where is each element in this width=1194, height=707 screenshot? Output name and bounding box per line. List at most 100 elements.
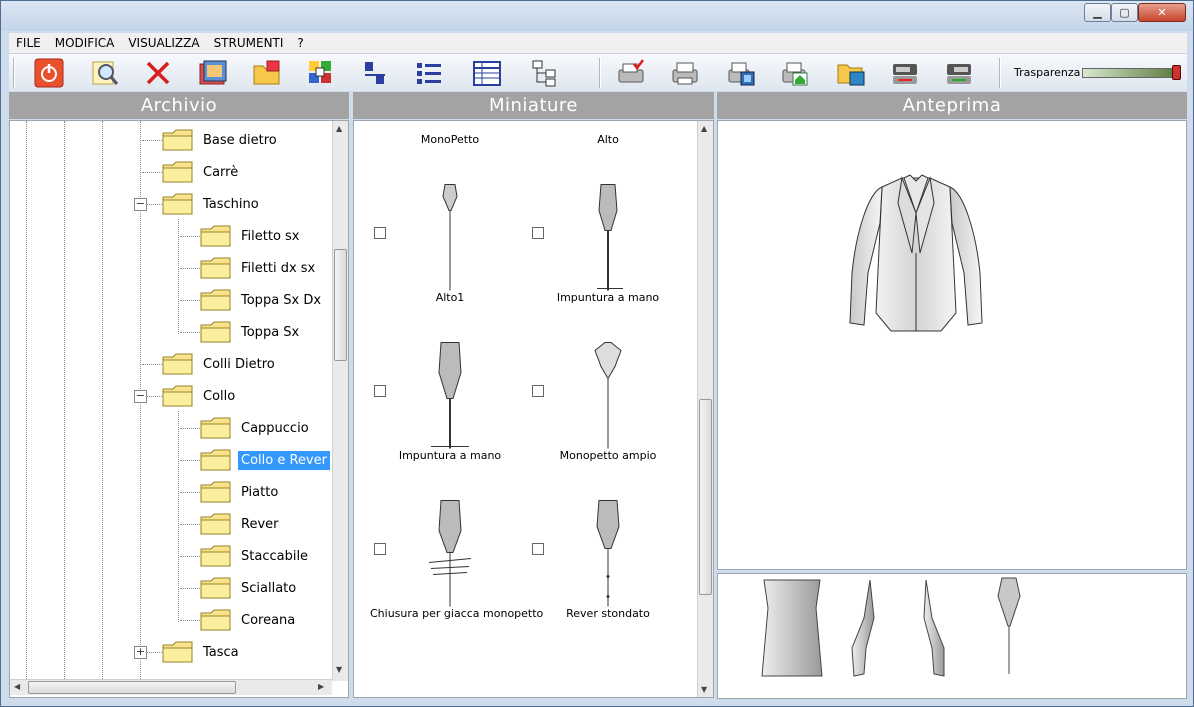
tree-item[interactable]: Cappuccio	[200, 413, 312, 443]
tree-hscrollbar[interactable]: ◀ ▶	[10, 679, 332, 695]
folder-icon	[200, 544, 232, 568]
tree-item[interactable]: Toppa Sx Dx	[200, 285, 324, 315]
scroll-down-icon[interactable]: ▼	[336, 665, 342, 674]
print-check-icon[interactable]	[615, 58, 647, 88]
tree-icon[interactable]	[529, 58, 561, 88]
thumbnail-item[interactable]: Chiusura per giacca monopetto	[370, 489, 544, 647]
archive-tree[interactable]: Base dietro Carrè Taschino − Filetto sx Filet…	[9, 120, 349, 698]
power-icon[interactable]	[33, 58, 65, 88]
tree-connector	[180, 492, 200, 493]
tree-item[interactable]: Base dietro	[162, 125, 280, 155]
menu-visualizza[interactable]: VISUALIZZA	[121, 36, 206, 50]
print-home-icon[interactable]	[779, 58, 811, 88]
tree-item-label: Filetto sx	[241, 228, 300, 244]
table-icon[interactable]	[471, 58, 503, 88]
thumbnail-label: Impuntura a mano	[556, 291, 660, 304]
tree-guide	[64, 121, 65, 681]
folder-icon	[200, 480, 232, 504]
folder-icon	[162, 160, 194, 184]
export-icon[interactable]	[835, 58, 867, 88]
thumbnail-checkbox[interactable]	[532, 227, 544, 239]
thumbnail-checkbox[interactable]	[532, 385, 544, 397]
menu-strumenti[interactable]: STRUMENTI	[207, 36, 291, 50]
tree-hscroll-thumb[interactable]	[28, 681, 236, 694]
menu-help[interactable]: ?	[290, 36, 310, 50]
toolbar-separator	[599, 58, 601, 88]
thumbnails-pane[interactable]: MonoPetto Alto Alto1 Impuntura a mano Impu…	[353, 120, 714, 698]
miniature-header: Miniature	[353, 92, 714, 119]
thumbnail-item[interactable]: Alto1	[370, 173, 530, 331]
sort-icon[interactable]	[359, 58, 391, 88]
thumbnail-item[interactable]: Monopetto ampio	[528, 331, 688, 489]
thumb-label-alto: Alto	[597, 133, 619, 146]
tree-vscroll-thumb[interactable]	[334, 249, 347, 361]
tree-connector	[180, 268, 200, 269]
thumbnail-label: Impuntura a mano	[398, 449, 502, 462]
main-window: ▁ ▢ ✕ FILE MODIFICA VISUALIZZA STRUMENTI…	[0, 0, 1194, 707]
minimize-button[interactable]: ▁	[1084, 3, 1111, 22]
tree-item-label: Collo	[203, 388, 236, 404]
tree-item[interactable]: Collo	[162, 381, 238, 411]
transparency-slider[interactable]	[1082, 68, 1178, 78]
thumbnail-checkbox[interactable]	[532, 543, 544, 555]
delete-icon[interactable]	[142, 58, 174, 88]
list-icon[interactable]	[413, 58, 445, 88]
tree-connector	[142, 364, 162, 365]
scroll-up-icon[interactable]: ▲	[336, 124, 342, 133]
thumbnail-item[interactable]: Impuntura a mano	[370, 331, 530, 489]
thumbs-vscroll-thumb[interactable]	[699, 399, 712, 595]
tree-vscrollbar[interactable]: ▲ ▼	[332, 121, 348, 681]
tree-connector	[180, 236, 200, 237]
tree-item[interactable]: Rever	[200, 509, 281, 539]
tree-item[interactable]: Filetto sx	[200, 221, 303, 251]
tree-item[interactable]: Carrè	[162, 157, 241, 187]
menu-file[interactable]: FILE	[9, 36, 48, 50]
thumbnail-checkbox[interactable]	[374, 385, 386, 397]
expand-icon[interactable]: +	[134, 646, 147, 659]
tree-item[interactable]: Colli Dietro	[162, 349, 278, 379]
tree-item[interactable]: Tasca	[162, 637, 242, 667]
thumbnail-item[interactable]: Rever stondato	[528, 489, 688, 647]
tree-item[interactable]: Filetti dx sx	[200, 253, 318, 283]
import-right-icon[interactable]	[943, 58, 975, 88]
collapse-icon[interactable]: −	[134, 390, 147, 403]
tree-item-label: Cappuccio	[241, 420, 309, 436]
tree-item-label: Toppa Sx Dx	[241, 292, 322, 308]
folder-icon	[200, 256, 232, 280]
tree-item[interactable]: Sciallato	[200, 573, 299, 603]
gallery-icon[interactable]	[197, 58, 229, 88]
thumbnail-label: Chiusura per giacca monopetto	[370, 607, 544, 620]
tree-item-label: Staccabile	[241, 548, 309, 564]
menu-modifica[interactable]: MODIFICA	[48, 36, 122, 50]
close-button[interactable]: ✕	[1138, 3, 1186, 22]
tree-item-label: Base dietro	[203, 132, 277, 148]
scroll-up-icon[interactable]: ▲	[701, 124, 707, 133]
import-left-icon[interactable]	[889, 58, 921, 88]
tree-item[interactable]: Toppa Sx	[200, 317, 302, 347]
transparency-slider-thumb[interactable]	[1172, 65, 1181, 80]
maximize-button[interactable]: ▢	[1111, 3, 1138, 22]
thumbnail-checkbox[interactable]	[374, 543, 386, 555]
thumbnail-item[interactable]: Impuntura a mano	[528, 173, 688, 331]
scroll-down-icon[interactable]: ▼	[701, 685, 707, 694]
thumbnail-image	[431, 342, 469, 449]
collapse-icon[interactable]: −	[134, 198, 147, 211]
thumbnail-checkbox[interactable]	[374, 227, 386, 239]
search-icon[interactable]	[89, 58, 121, 88]
tree-item[interactable]: Staccabile	[200, 541, 311, 571]
print-preview-icon[interactable]	[725, 58, 757, 88]
scroll-left-icon[interactable]: ◀	[14, 682, 20, 691]
folder-icon	[200, 512, 232, 536]
scroll-right-icon[interactable]: ▶	[318, 682, 324, 691]
tree-item[interactable]: Collo e Rever	[200, 445, 330, 475]
tree-item[interactable]: Piatto	[200, 477, 281, 507]
tree-item-label: Toppa Sx	[241, 324, 300, 340]
thumbs-vscrollbar[interactable]: ▲ ▼	[697, 121, 713, 697]
tree-connector	[180, 588, 200, 589]
print-icon[interactable]	[669, 58, 701, 88]
open-folder-icon[interactable]	[251, 58, 283, 88]
tree-item[interactable]: Coreana	[200, 605, 298, 635]
tree-item-label: Piatto	[241, 484, 279, 500]
palette-icon[interactable]	[305, 58, 337, 88]
tree-item[interactable]: Taschino	[162, 189, 262, 219]
